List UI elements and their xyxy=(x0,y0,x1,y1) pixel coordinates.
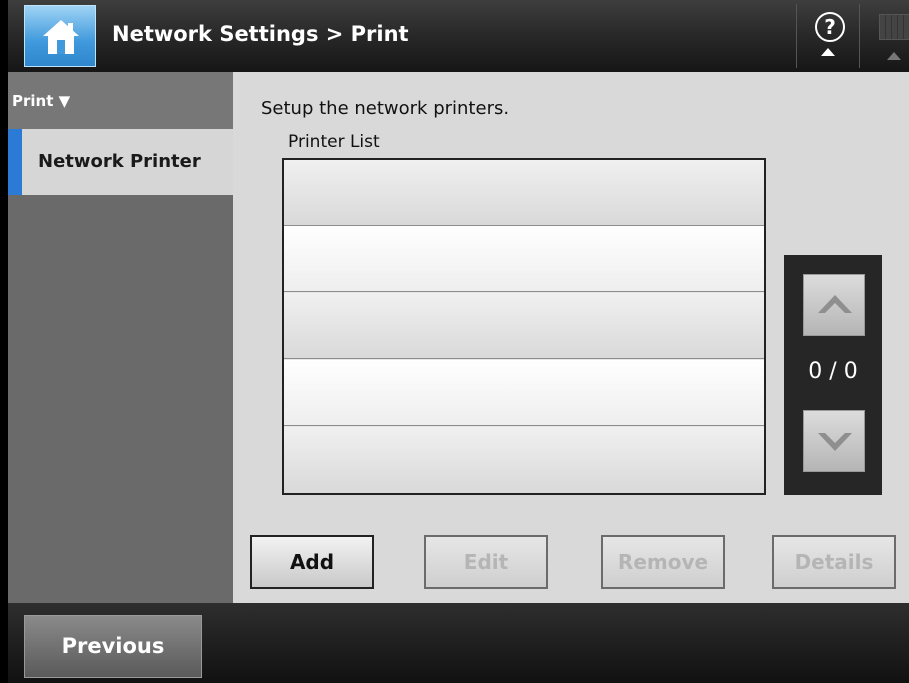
page-title: Network Settings > Print xyxy=(112,22,409,46)
list-pager: 0 / 0 xyxy=(784,255,882,495)
printer-list-label: Printer List xyxy=(288,132,380,152)
list-row[interactable] xyxy=(284,293,764,359)
sidebar-group-print[interactable]: Print ▼ xyxy=(8,72,233,129)
sidebar: Print ▼ Network Printer xyxy=(8,72,233,603)
top-bar: Network Settings > Print ? xyxy=(8,0,909,72)
chevron-up-icon xyxy=(818,295,852,313)
scroll-up-button[interactable] xyxy=(803,274,865,336)
menu-up-arrow-icon xyxy=(821,48,835,56)
scroll-down-button[interactable] xyxy=(803,410,865,472)
sidebar-item-network-printer[interactable]: Network Printer xyxy=(8,129,233,195)
details-button[interactable]: Details xyxy=(772,535,896,589)
home-icon xyxy=(43,20,79,54)
printer-list xyxy=(282,158,766,495)
keyboard-arrow-icon xyxy=(887,52,901,60)
help-icon: ? xyxy=(815,12,845,42)
list-row[interactable] xyxy=(284,427,764,493)
edit-button[interactable]: Edit xyxy=(424,535,548,589)
list-row[interactable] xyxy=(284,160,764,226)
previous-button[interactable]: Previous xyxy=(24,615,202,678)
list-row[interactable] xyxy=(284,226,764,292)
bottom-bar: Previous xyxy=(8,603,909,683)
sidebar-group-label: Print ▼ xyxy=(12,92,71,110)
chevron-down-icon xyxy=(818,433,852,451)
instruction-text: Setup the network printers. xyxy=(261,98,510,119)
help-button[interactable]: ? xyxy=(796,4,860,68)
home-button[interactable] xyxy=(24,5,96,67)
remove-button[interactable]: Remove xyxy=(601,535,725,589)
page-indicator: 0 / 0 xyxy=(808,359,858,384)
keyboard-icon xyxy=(879,14,909,40)
content-panel: Setup the network printers. Printer List… xyxy=(233,72,909,603)
keyboard-button[interactable] xyxy=(865,4,909,68)
add-button[interactable]: Add xyxy=(250,535,374,589)
list-row[interactable] xyxy=(284,360,764,426)
sidebar-item-label: Network Printer xyxy=(38,151,201,172)
